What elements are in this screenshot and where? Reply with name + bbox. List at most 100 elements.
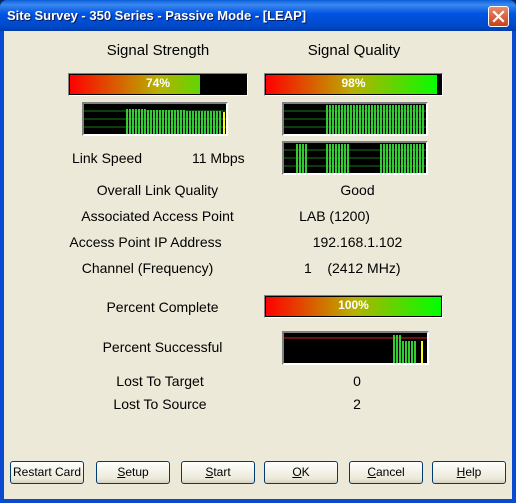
ap-ip-value: 192.168.1.102 [312,234,403,250]
graph-bar [386,144,388,173]
channel-value: 1 (2412 MHz) [304,260,401,276]
graph-bar [419,144,421,173]
graph-bar [399,335,401,363]
graph-bar [326,144,328,173]
help-button[interactable]: Help [432,461,506,484]
graph-bar [402,341,404,363]
close-button[interactable] [488,6,509,27]
graph-bar [338,105,340,134]
graph-bar [344,144,346,173]
graph-bar [395,144,397,173]
graph-bar [296,144,298,173]
graph-bar [413,144,415,173]
signal-strength-history [84,109,226,134]
graph-marker [223,112,225,134]
graph-bar [135,109,137,134]
graph-bar [338,144,340,173]
graph-bar [180,110,182,134]
setup-button[interactable]: Setup [96,461,170,484]
graph-bar [380,144,382,173]
signal-strength-graph [82,102,228,136]
graph-bar [410,144,412,173]
graph-bar [150,110,152,134]
graph-bar [189,111,191,134]
graph-bar [368,105,370,134]
graph-bar [341,144,343,173]
graph-bar [210,111,212,134]
help-label: elp [465,465,482,479]
graph-bar [126,109,128,134]
graph-bar [171,110,173,134]
graph-bar [186,111,188,134]
link-speed-value: 11 Mbps [192,150,245,166]
graph-bar [177,110,179,134]
graph-bar [350,105,352,134]
window-frame-right [512,31,516,503]
graph-bar [419,105,421,134]
signal-strength-percent: 74% [145,76,171,90]
graph-bar [341,105,343,134]
graph-bar [404,144,406,173]
window-title: Site Survey - 350 Series - Passive Mode … [7,8,307,23]
restart-card-button[interactable]: Restart Card [10,461,84,484]
graph-bar [347,144,349,173]
graph-bar [198,111,200,134]
link-speed-graph [282,141,428,175]
signal-strength-bar: 74% [68,73,248,96]
graph-bar [329,105,331,134]
graph-bar [216,111,218,134]
graph-bar [335,105,337,134]
graph-bar [407,144,409,173]
signal-quality-bar: 98% [264,73,443,96]
ok-button[interactable]: OK [264,461,338,484]
ap-ip-label: Access Point IP Address [69,234,222,250]
graph-bar [162,110,164,134]
channel-label: Channel (Frequency) [81,260,214,276]
associated-ap-value: LAB (1200) [299,208,370,224]
graph-bar [147,110,149,134]
cancel-label: ancel [375,465,405,479]
associated-ap-label: Associated Access Point [81,208,234,224]
graph-bar [398,144,400,173]
close-icon [492,10,505,23]
graph-bar [344,105,346,134]
graph-bar [326,105,328,134]
link-speed-history [284,144,426,173]
signal-quality-history [284,105,426,134]
graph-bar [416,144,418,173]
graph-bar [401,105,403,134]
graph-bar [347,105,349,134]
graph-bar [207,111,209,134]
graph-bar [356,105,358,134]
lost-to-source-label: Lost To Source [113,396,207,412]
graph-bar [395,105,397,134]
graph-bar [183,110,185,134]
graph-bar [165,110,167,134]
percent-successful-graph [282,331,429,365]
percent-complete-percent: 100% [338,298,369,312]
graph-bar [414,341,416,363]
graph-bar [335,144,337,173]
graph-bar [422,105,424,134]
graph-bar [305,144,307,173]
graph-bar [405,341,407,363]
graph-bar [213,111,215,134]
graph-bar [299,144,301,173]
percent-complete-label: Percent Complete [106,299,219,315]
cancel-button[interactable]: Cancel [349,461,423,484]
graph-bar [380,105,382,134]
graph-bar [383,105,385,134]
start-button[interactable]: Start [181,461,255,484]
percent-successful-history [284,335,427,363]
graph-bar [386,105,388,134]
graph-bar [201,111,203,134]
title-bar[interactable]: Site Survey - 350 Series - Passive Mode … [0,0,516,31]
graph-bar [392,144,394,173]
graph-bar [392,105,394,134]
graph-bar [413,105,415,134]
link-speed-label: Link Speed [72,150,143,166]
graph-bar [359,105,361,134]
graph-bar [411,341,413,363]
graph-bar [393,335,395,363]
setup-label: etup [125,465,149,479]
